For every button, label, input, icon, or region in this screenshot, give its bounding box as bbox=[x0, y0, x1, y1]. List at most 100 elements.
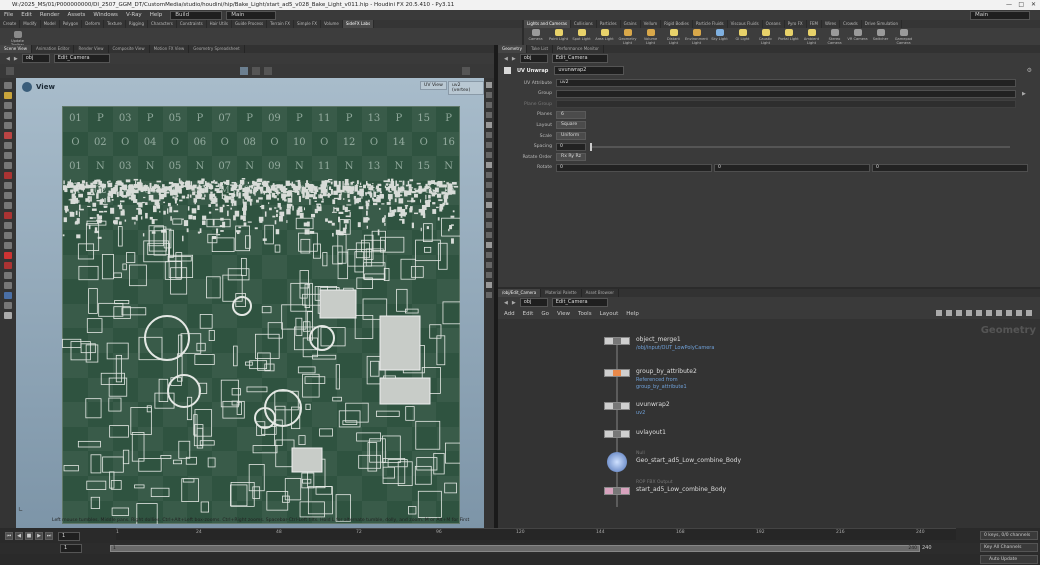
right-shelf-tab-8[interactable]: Oceans bbox=[763, 20, 785, 28]
left-shelf-tab-0[interactable]: Create bbox=[0, 20, 21, 28]
display-tool-icon-0[interactable] bbox=[486, 82, 492, 88]
arrow-icon[interactable]: ▶ bbox=[1022, 91, 1026, 97]
uv-display-icon[interactable] bbox=[240, 67, 248, 75]
timeline-ruler[interactable]: 1 24 48 72 96 120 144 168 192 216 240 bbox=[116, 528, 956, 540]
scene-pane-tab-4[interactable]: Motion FX View bbox=[150, 45, 190, 53]
parm-value-field[interactable]: uv2 bbox=[556, 79, 1016, 87]
display-tool-icon-16[interactable] bbox=[486, 242, 492, 248]
menu-edit[interactable]: Edit bbox=[17, 12, 36, 18]
network-tool-icon-0[interactable] bbox=[1026, 310, 1032, 316]
tool-icon-9[interactable] bbox=[4, 172, 12, 179]
network-tool-icon-4[interactable] bbox=[986, 310, 992, 316]
menu-vray[interactable]: V-Ray bbox=[122, 12, 146, 18]
display-tool-icon-9[interactable] bbox=[486, 172, 492, 178]
display-tool-icon-4[interactable] bbox=[486, 122, 492, 128]
tool-icon-7[interactable] bbox=[4, 152, 12, 159]
close-button[interactable]: ✕ bbox=[1031, 0, 1036, 10]
tool-icon-1[interactable] bbox=[4, 92, 12, 99]
shelf-tool-11[interactable]: Portal Light bbox=[777, 28, 800, 45]
left-shelf-tab-6[interactable]: Rigging bbox=[126, 20, 148, 28]
tool-icon-8[interactable] bbox=[4, 162, 12, 169]
tool-icon-2[interactable] bbox=[4, 102, 12, 109]
parm-pane-tab-1[interactable]: Take List bbox=[527, 45, 554, 53]
network-tool-icon-8[interactable] bbox=[946, 310, 952, 316]
menu-windows[interactable]: Windows bbox=[89, 12, 122, 18]
view-menu[interactable]: UV View bbox=[420, 81, 447, 90]
forward-icon[interactable]: ▶ bbox=[512, 56, 516, 62]
tool-icon-18[interactable] bbox=[4, 262, 12, 269]
display-tool-icon-21[interactable] bbox=[486, 292, 492, 298]
display-tool-icon-6[interactable] bbox=[486, 142, 492, 148]
left-shelf-tab-5[interactable]: Texture bbox=[104, 20, 126, 28]
right-shelf-tab-5[interactable]: Rigid Bodies bbox=[661, 20, 693, 28]
network-menu-edit[interactable]: Edit bbox=[523, 311, 534, 317]
rotate-field[interactable]: 0 bbox=[872, 163, 1028, 172]
shelf-tool-0[interactable]: Camera bbox=[524, 28, 547, 45]
rotate-field[interactable]: 0 bbox=[714, 163, 870, 172]
display-options-icon[interactable] bbox=[462, 67, 470, 75]
back-icon[interactable]: ◀ bbox=[6, 56, 10, 62]
tool-icon-15[interactable] bbox=[4, 232, 12, 239]
shelf-tool-9[interactable]: GI Light bbox=[731, 28, 754, 45]
display-tool-icon-2[interactable] bbox=[486, 102, 492, 108]
jump-start-icon[interactable]: ⏮ bbox=[5, 532, 13, 540]
left-shelf-tab-13[interactable]: Volume bbox=[321, 20, 343, 28]
scene-pane-tab-5[interactable]: Geometry Spreadsheet bbox=[189, 45, 245, 53]
tool-icon-22[interactable] bbox=[4, 302, 12, 309]
tool-icon-19[interactable] bbox=[4, 272, 12, 279]
right-shelf-tab-10[interactable]: FEM bbox=[807, 20, 822, 28]
forward-icon[interactable]: ▶ bbox=[14, 56, 18, 62]
tool-icon-23[interactable] bbox=[4, 312, 12, 319]
parm-pane-tab-0[interactable]: Geometry bbox=[498, 45, 527, 53]
network-editor[interactable]: Geometry object_merge1/obj/input/OUT_Low… bbox=[498, 319, 1040, 528]
stop-icon[interactable]: ■ bbox=[25, 532, 33, 540]
right-shelf-tab-4[interactable]: Vellum bbox=[641, 20, 662, 28]
net-path-obj[interactable]: obj bbox=[519, 298, 548, 307]
tool-icon-0[interactable] bbox=[4, 82, 12, 89]
left-shelf-tab-3[interactable]: Polygon bbox=[60, 20, 83, 28]
snap-icon[interactable] bbox=[252, 67, 260, 75]
node-body[interactable] bbox=[604, 369, 630, 377]
step-back-icon[interactable]: ◀ bbox=[15, 532, 23, 540]
shelf-tool-15[interactable]: Switcher bbox=[869, 28, 892, 45]
menu-file[interactable]: File bbox=[0, 12, 17, 18]
back-icon[interactable]: ◀ bbox=[504, 300, 508, 306]
pin-icon[interactable] bbox=[6, 67, 14, 75]
parm-menu[interactable]: Rx Ry Rz bbox=[556, 153, 587, 162]
right-shelf-tab-12[interactable]: Crowds bbox=[840, 20, 862, 28]
start-frame-field[interactable]: 1 bbox=[60, 544, 82, 553]
display-tool-icon-15[interactable] bbox=[486, 232, 492, 238]
parm-path-obj[interactable]: obj bbox=[519, 54, 548, 63]
network-tool-icon-2[interactable] bbox=[1006, 310, 1012, 316]
shelf-tool-10[interactable]: Caustic Light bbox=[754, 28, 777, 45]
network-menu-layout[interactable]: Layout bbox=[600, 311, 619, 317]
tool-icon-5[interactable] bbox=[4, 132, 12, 139]
shelf-tool-14[interactable]: VR Camera bbox=[846, 28, 869, 45]
left-shelf-tab-10[interactable]: Guide Process bbox=[232, 20, 268, 28]
shelf-tool-2[interactable]: Spot Light bbox=[570, 28, 593, 45]
tool-icon-10[interactable] bbox=[4, 182, 12, 189]
left-shelf-tab-7[interactable]: Characters bbox=[148, 20, 177, 28]
current-frame-field[interactable]: 1 bbox=[58, 531, 80, 541]
left-shelf-tab-4[interactable]: Deform bbox=[82, 20, 105, 28]
network-tool-icon-7[interactable] bbox=[956, 310, 962, 316]
display-tool-icon-10[interactable] bbox=[486, 182, 492, 188]
node-body[interactable] bbox=[604, 430, 630, 438]
tool-icon-12[interactable] bbox=[4, 202, 12, 209]
parm-menu[interactable]: Square bbox=[556, 121, 586, 130]
network-tool-icon-5[interactable] bbox=[976, 310, 982, 316]
scene-pane-tab-2[interactable]: Render View bbox=[74, 45, 109, 53]
left-shelf-tab-11[interactable]: Terrain FX bbox=[267, 20, 295, 28]
rotate-field[interactable]: 0 bbox=[556, 163, 712, 172]
tool-icon-17[interactable] bbox=[4, 252, 12, 259]
forward-icon[interactable]: ▶ bbox=[512, 300, 516, 306]
back-icon[interactable]: ◀ bbox=[504, 56, 508, 62]
right-shelf-tab-3[interactable]: Grains bbox=[621, 20, 641, 28]
shelf-tool-12[interactable]: Ambient Light bbox=[800, 28, 823, 45]
right-shelf-tab-7[interactable]: Viscous Fluids bbox=[728, 20, 763, 28]
tool-icon-6[interactable] bbox=[4, 142, 12, 149]
display-tool-icon-1[interactable] bbox=[486, 92, 492, 98]
display-tool-icon-20[interactable] bbox=[486, 282, 492, 288]
right-shelf-tab-11[interactable]: Wires bbox=[822, 20, 841, 28]
jump-end-icon[interactable]: ⏭ bbox=[45, 532, 53, 540]
